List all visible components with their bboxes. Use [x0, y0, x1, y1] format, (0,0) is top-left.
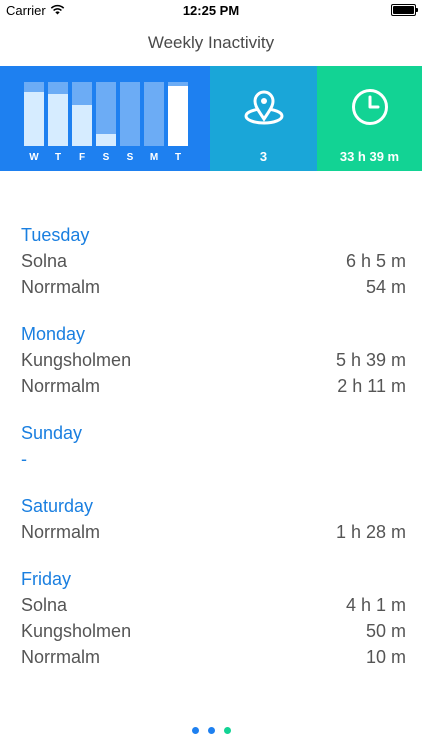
place-name: Norrmalm — [21, 277, 100, 297]
duration-value: 1 h 28 m — [335, 522, 406, 542]
status-bar: Carrier 12:25 PM — [0, 0, 422, 22]
day-list: Tuesday Solna 6 h 5 m Norrmalm 54 m Mond… — [0, 222, 422, 691]
day-bar-fill — [96, 134, 116, 146]
list-item[interactable]: Norrmalm 10 m — [0, 644, 422, 670]
map-pin-icon — [243, 88, 285, 133]
day-bar-label: W — [29, 152, 39, 163]
total-time-value: 33 h 39 m — [339, 149, 400, 164]
total-time-panel[interactable]: 33 h 39 m — [317, 66, 422, 171]
day-section-friday: Friday Solna 4 h 1 m Kungsholmen 50 m No… — [0, 566, 422, 670]
day-bar-fill — [72, 105, 92, 146]
place-name: Kungsholmen — [21, 350, 132, 370]
day-title: Friday — [21, 569, 72, 589]
day-title: Tuesday — [21, 225, 90, 245]
day-bar-fill — [168, 86, 188, 146]
status-time: 12:25 PM — [182, 3, 240, 18]
page-dot[interactable] — [207, 727, 215, 734]
summary-header: W T F S S M T 3 33 h 39 m — [0, 66, 422, 171]
day-bar — [48, 82, 68, 146]
weekly-bar-chart: WTFSSMT — [24, 82, 188, 212]
day-bar — [96, 82, 116, 146]
place-name: Norrmalm — [21, 522, 100, 542]
day-bar — [120, 82, 140, 146]
place-name: Norrmalm — [21, 647, 100, 667]
empty-day-placeholder: - — [21, 449, 27, 469]
page-dot[interactable] — [191, 727, 199, 734]
duration-value: 5 h 39 m — [335, 350, 406, 370]
list-item[interactable]: Norrmalm 2 h 11 m — [0, 373, 422, 399]
duration-value: 10 m — [365, 647, 406, 667]
day-bar — [72, 82, 92, 146]
day-section-saturday: Saturday Norrmalm 1 h 28 m — [0, 493, 422, 545]
day-bar-fill — [24, 92, 44, 146]
list-item[interactable]: Norrmalm 1 h 28 m — [0, 519, 422, 545]
weekly-chart-panel[interactable]: WTFSSMT — [0, 66, 210, 171]
day-bar-fill — [48, 94, 68, 146]
list-item[interactable]: Kungsholmen 50 m — [0, 618, 422, 644]
day-bar-label: M — [149, 152, 159, 163]
day-bar — [144, 82, 164, 146]
day-bar-label: S — [102, 152, 110, 163]
duration-value: 4 h 1 m — [345, 595, 406, 615]
locations-panel[interactable]: 3 — [210, 66, 317, 171]
day-bar-label: S — [126, 152, 134, 163]
day-title: Monday — [21, 324, 86, 344]
list-item[interactable]: Norrmalm 54 m — [0, 274, 422, 300]
day-section-sunday: Sunday - — [0, 420, 422, 472]
day-title: Saturday — [21, 496, 94, 516]
locations-count: 3 — [259, 149, 268, 164]
place-name: Solna — [21, 251, 68, 271]
clock-icon — [351, 88, 389, 131]
duration-value: 50 m — [365, 621, 406, 641]
page-title: Weekly Inactivity — [147, 33, 275, 52]
battery-icon — [391, 4, 418, 16]
day-title: Sunday — [21, 423, 83, 443]
day-bar — [168, 82, 188, 146]
day-bar — [24, 82, 44, 146]
day-section-tuesday: Tuesday Solna 6 h 5 m Norrmalm 54 m — [0, 222, 422, 300]
list-item[interactable]: Solna 4 h 1 m — [0, 592, 422, 618]
place-name: Norrmalm — [21, 376, 100, 396]
day-bar-label: F — [78, 152, 86, 163]
page-dot[interactable] — [223, 727, 231, 734]
list-item[interactable]: Kungsholmen 5 h 39 m — [0, 347, 422, 373]
duration-value: 6 h 5 m — [345, 251, 406, 271]
duration-value: 54 m — [365, 277, 406, 297]
duration-value: 2 h 11 m — [337, 376, 406, 396]
day-section-monday: Monday Kungsholmen 5 h 39 m Norrmalm 2 h… — [0, 321, 422, 399]
place-name: Solna — [21, 595, 68, 615]
page-control[interactable] — [0, 727, 422, 734]
day-bar-label: T — [174, 152, 182, 163]
list-item[interactable]: Solna 6 h 5 m — [0, 248, 422, 274]
place-name: Kungsholmen — [21, 621, 132, 641]
day-bar-label: T — [54, 152, 62, 163]
